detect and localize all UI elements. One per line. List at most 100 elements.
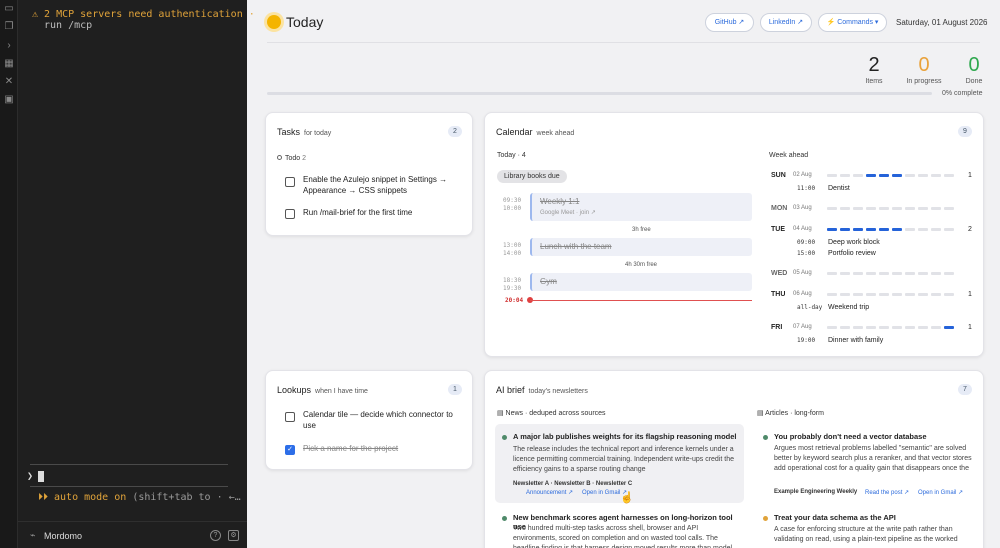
terminal-icon[interactable]: › (4, 41, 14, 51)
help-icon[interactable]: ? (210, 530, 221, 541)
terminal-cursor[interactable] (38, 471, 44, 482)
week-event-title[interactable]: Portfolio review (828, 250, 876, 257)
due-pill[interactable]: Library books due (497, 170, 567, 183)
day-timeline (827, 326, 959, 329)
week-event-title[interactable]: Deep work block (828, 239, 880, 246)
calendar-event[interactable]: Gym (530, 273, 752, 291)
commands-button[interactable]: ⚡ Commands ▾ (818, 13, 887, 32)
github-button[interactable]: GitHub ↗ (705, 13, 754, 32)
event-title: Lunch with the team (540, 242, 612, 251)
mcp-warning: ⚠ 2 MCP servers need authentication · (32, 9, 255, 20)
week-ahead-label: Week ahead (769, 152, 809, 159)
timeline-segment (931, 207, 941, 210)
auto-mode-label: ⏵⏵ auto mode on (38, 492, 127, 503)
stat-value: 0 (968, 54, 980, 76)
dashboard: Today GitHub ↗ LinkedIn ↗ ⚡ Commands ▾ S… (247, 0, 1000, 548)
week-day: SUN (771, 172, 786, 179)
timeline-segment (853, 272, 863, 275)
week-count: 1 (968, 324, 972, 331)
news-section-label: ▤ News · deduped across sources (497, 410, 606, 417)
article-dot (763, 435, 768, 440)
week-count: 1 (968, 172, 972, 179)
lookup-checkbox-checked[interactable]: ✓ (285, 445, 295, 455)
news-title[interactable]: A major lab publishes weights for its fl… (513, 432, 739, 441)
console-icon[interactable]: ▣ (4, 95, 14, 105)
event-start: 13:00 (503, 242, 522, 249)
timeline-segment (840, 326, 850, 329)
timeline-segment (840, 174, 850, 177)
announcement-link[interactable]: Announcement ↗ (526, 489, 573, 496)
event-start: 18:30 (503, 277, 522, 284)
stat-label: Items (865, 78, 883, 85)
news-dot (502, 516, 507, 521)
timeline-segment (879, 293, 889, 296)
calendar-icon[interactable]: ▭ (4, 4, 14, 14)
footer-name: Mordomo (44, 531, 83, 541)
event-start: 09:30 (503, 197, 522, 204)
task-checkbox[interactable] (285, 209, 295, 219)
lookup-text: Pick a name for the project (303, 444, 399, 453)
tools-icon[interactable]: ✕ (4, 77, 14, 87)
calendar-count-badge: 9 (958, 126, 972, 137)
week-event-title[interactable]: Dinner with family (828, 337, 883, 344)
now-time: 20:04 (505, 297, 524, 304)
news-dot (502, 435, 507, 440)
activity-rail: ▭ ❐ › ▦ ✕ ▣ (0, 0, 18, 548)
timeline-segment (905, 272, 915, 275)
header-divider (267, 42, 980, 43)
event-subtitle[interactable]: Google Meet · join ↗ (540, 209, 596, 216)
timeline-segment (840, 272, 850, 275)
calendar-event[interactable]: Lunch with the team (530, 238, 752, 256)
progress-bar (267, 92, 932, 95)
files-icon[interactable]: ❐ (4, 22, 14, 32)
card-title: AI brief today's newsletters (496, 385, 588, 395)
stat-label: In progress (906, 78, 942, 85)
week-event-title[interactable]: Dentist (828, 185, 850, 192)
open-in-gmail-link[interactable]: Open in Gmail ↗ (918, 489, 963, 496)
timeline-segment (879, 272, 889, 275)
timeline-segment (931, 228, 941, 231)
week-date: 02 Aug (793, 172, 812, 178)
linkedin-button[interactable]: LinkedIn ↗ (760, 13, 812, 32)
timeline-segment (827, 228, 837, 231)
lookups-count-badge: 1 (448, 384, 462, 395)
timeline-segment (866, 207, 876, 210)
read-post-link[interactable]: Read the post ↗ (865, 489, 909, 496)
lookup-checkbox[interactable] (285, 412, 295, 422)
event-end: 19:30 (503, 285, 522, 292)
week-event-time: 09:00 (797, 239, 816, 246)
tasks-count-badge: 2 (448, 126, 462, 137)
todo-label: Todo (285, 155, 301, 162)
todo-section[interactable]: Todo 2 (277, 155, 306, 162)
grid-icon[interactable]: ▦ (4, 59, 14, 69)
timeline-segment (905, 207, 915, 210)
week-date: 05 Aug (793, 270, 812, 276)
calendar-event[interactable]: Weekly 1:1 Google Meet · join ↗ (530, 193, 752, 221)
calendar-subtitle: week ahead (536, 130, 575, 137)
timeline-segment (931, 293, 941, 296)
task-checkbox[interactable] (285, 177, 295, 187)
timeline-segment (918, 228, 928, 231)
sun-icon (267, 15, 281, 29)
auto-mode-status: ⏵⏵ auto mode on (shift+tab to · ←… (38, 492, 241, 503)
article-title[interactable]: Treat your data schema as the API (774, 513, 974, 522)
week-event-time: 11:00 (797, 185, 816, 192)
week-count: 2 (968, 226, 972, 233)
gear-icon[interactable]: ⚙ (228, 530, 239, 541)
mcp-warning-cont: run /mcp (44, 20, 93, 31)
timeline-segment (827, 174, 837, 177)
stat-items: 2 Items (859, 55, 889, 85)
week-date: 03 Aug (793, 205, 812, 211)
terminal-footer: ⌁ Mordomo ? ⚙ (18, 521, 247, 548)
article-title[interactable]: You probably don't need a vector databas… (774, 432, 974, 441)
terminal-pane[interactable]: ⚠ 2 MCP servers need authentication · ru… (18, 0, 255, 548)
week-event-title[interactable]: Weekend trip (828, 304, 869, 311)
timeline-segment (879, 228, 889, 231)
article-dot (763, 516, 768, 521)
timeline-segment (892, 326, 902, 329)
lookups-title: Lookups (277, 385, 312, 395)
calendar-title: Calendar (496, 127, 533, 137)
tasks-title: Tasks (277, 127, 301, 137)
task-text: Run /mail-brief for the first time (303, 208, 413, 217)
timeline-segment (918, 293, 928, 296)
